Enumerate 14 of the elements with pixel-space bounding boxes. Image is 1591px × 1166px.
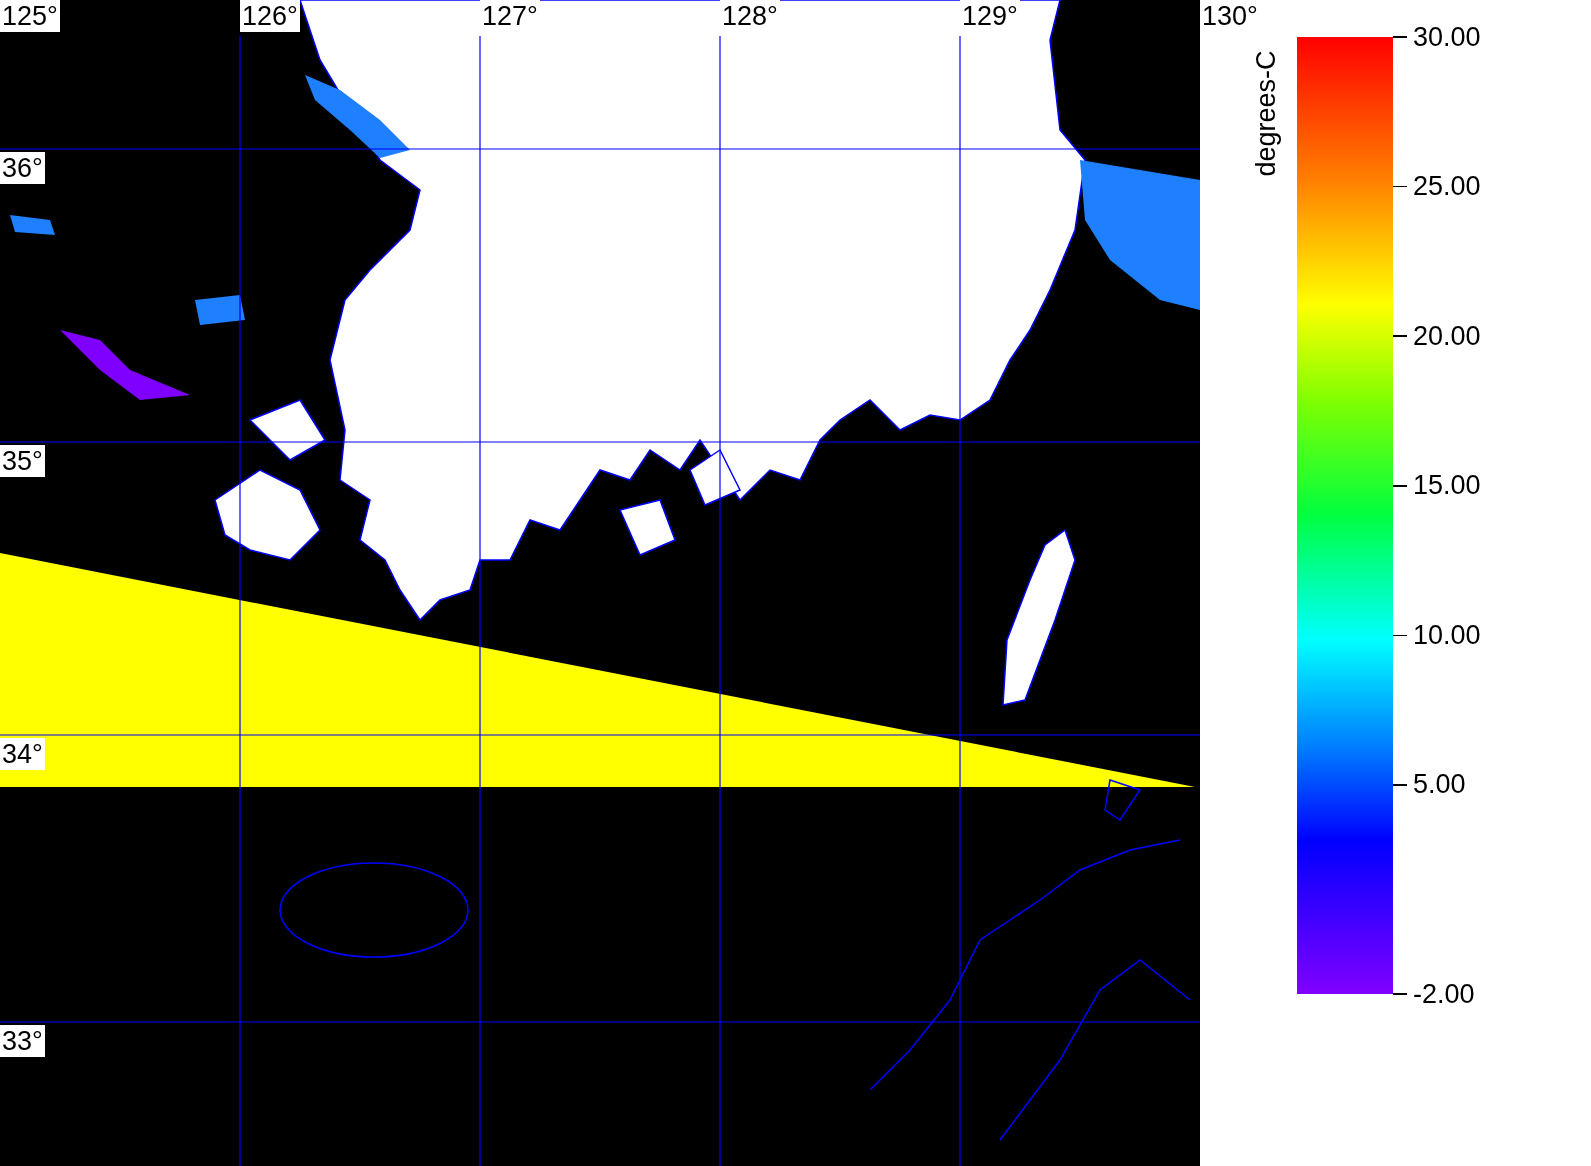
colorbar-title: degrees-C: [1250, 49, 1282, 177]
latitude-label: 33°: [0, 1025, 45, 1057]
tick-label: -2.00: [1413, 978, 1475, 1010]
tick-label: 20.00: [1413, 320, 1481, 352]
tick-label: 15.00: [1413, 470, 1481, 502]
latitude-label: 34°: [0, 738, 45, 770]
tick-label: 5.00: [1413, 769, 1466, 801]
longitude-label: 125°: [0, 0, 60, 32]
tick-label: 25.00: [1413, 171, 1481, 203]
tick-label: 10.00: [1413, 619, 1481, 651]
latitude-label: 36°: [0, 152, 45, 184]
tick-label: 30.00: [1413, 21, 1481, 53]
latitude-label: 35°: [0, 445, 45, 477]
longitude-label: 126°: [240, 0, 300, 32]
